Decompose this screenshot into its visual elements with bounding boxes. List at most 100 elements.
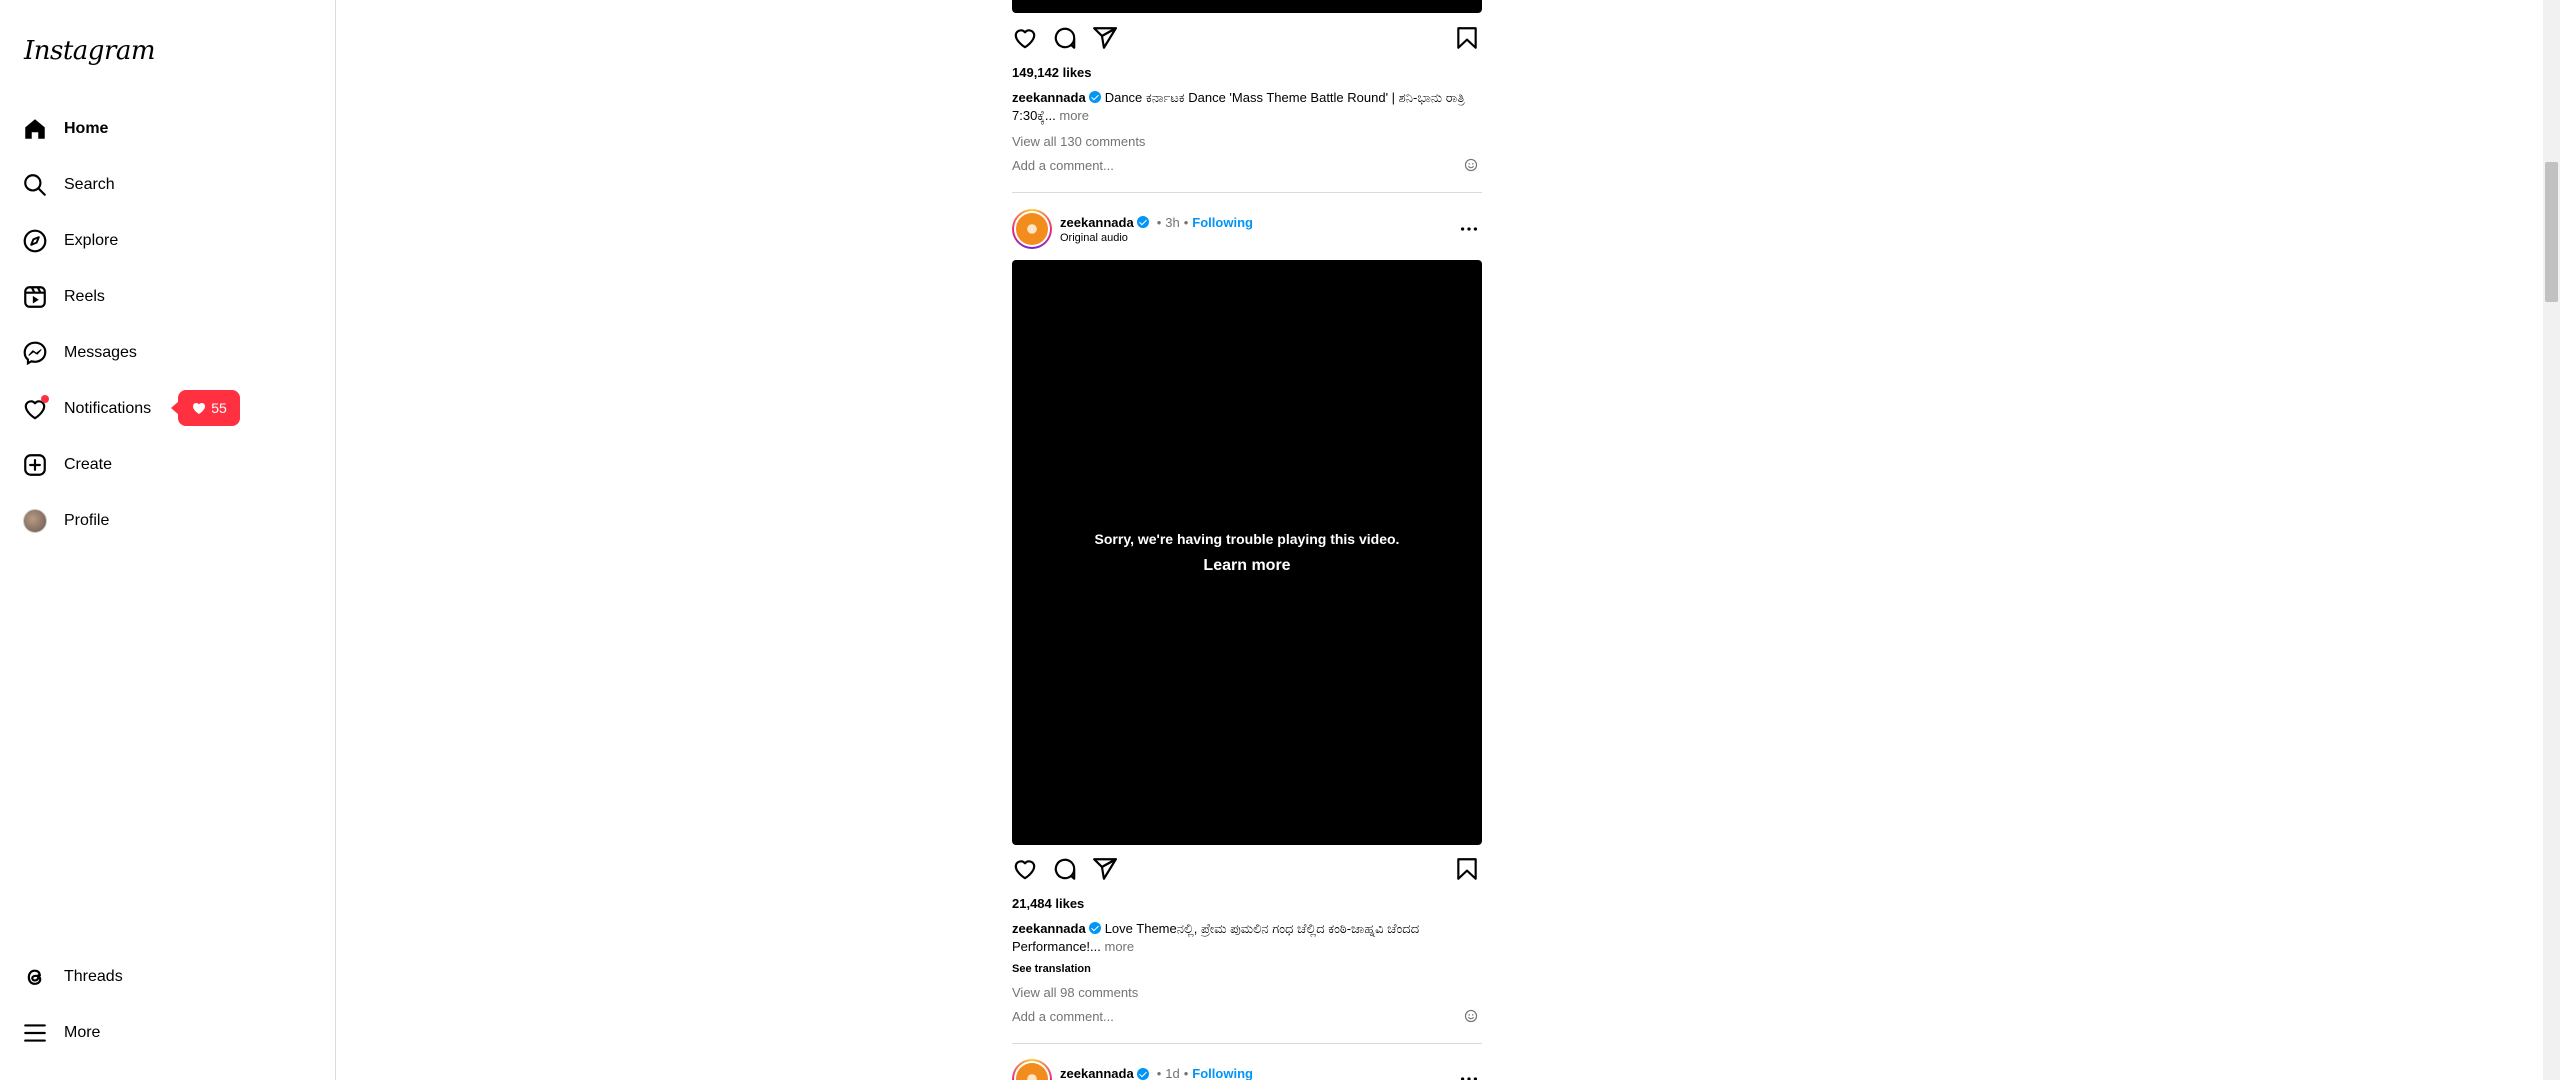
sidebar-item-profile[interactable]: Profile [22,499,322,543]
post-time[interactable]: 1d [1165,1066,1179,1080]
sidebar-item-reels[interactable]: Reels [22,275,322,319]
more-options-icon[interactable] [1458,218,1480,240]
learn-more-link[interactable]: Learn more [1203,557,1290,575]
separator-dot: • [1156,1066,1162,1080]
avatar [23,509,47,533]
caption-more-link[interactable]: more [1105,939,1135,954]
post-caption: zeekannada Dance ಕರ್ನಾಟಕ Dance 'Mass Them… [1012,89,1472,125]
notification-dot [41,395,49,403]
likes-count[interactable]: 21,484 likes [1012,896,1084,911]
emoji-icon[interactable] [1464,1009,1478,1023]
caption-username[interactable]: zeekannada [1012,90,1086,105]
separator-dot: • [1183,214,1189,230]
add-comment-placeholder: Add a comment... [1012,1008,1114,1024]
post-header-line: zeekannada • 3h • Following [1060,215,1253,230]
post-header: zeekannada • 3h • Following Original aud… [1012,208,1482,250]
caption-more-link[interactable]: more [1059,108,1089,123]
emoji-icon[interactable] [1464,158,1478,172]
post-header: zeekannada • 1d • Following [1012,1058,1482,1080]
story-ring-inner [1014,211,1050,247]
sidebar: Instagram Home Search Explore Reels Mess… [0,0,336,1080]
separator-dot: • [1183,1066,1189,1080]
share-icon[interactable] [1092,856,1118,882]
caption-username[interactable]: zeekannada [1012,921,1086,936]
sidebar-item-explore[interactable]: Explore [22,219,322,263]
sidebar-item-label: More [64,1024,101,1041]
avatar [1016,213,1048,245]
view-all-comments-link[interactable]: View all 130 comments [1012,134,1145,149]
post-divider [1012,192,1482,193]
story-ring[interactable] [1012,209,1052,249]
heart-icon [22,395,49,422]
comment-icon[interactable] [1052,856,1078,882]
instagram-logo[interactable]: Instagram [24,36,156,66]
search-icon [22,172,48,198]
post-divider [1012,1043,1482,1044]
following-button[interactable]: Following [1192,1066,1253,1080]
plus-square-icon [22,452,48,478]
see-translation-link[interactable]: See translation [1012,963,1091,975]
sidebar-item-more[interactable]: More [22,1011,322,1055]
post-actions [1012,22,1482,54]
post-time[interactable]: 3h [1165,215,1179,230]
post-caption: zeekannada Love Themeನಲ್ಲಿ, ಪ್ರೇಮ ಪುಮಲಿನ … [1012,920,1472,956]
compass-icon [22,228,48,254]
sidebar-item-threads[interactable]: Threads [22,955,322,999]
add-comment-field[interactable]: Add a comment... [1012,155,1482,175]
heart-icon [193,403,206,414]
audio-link[interactable]: Original audio [1060,232,1253,244]
page-scrollbar[interactable] [2543,0,2560,1080]
scrollbar-thumb[interactable] [2545,162,2558,302]
story-ring[interactable] [1012,1059,1052,1080]
verified-badge-icon [1136,216,1149,228]
share-icon[interactable] [1092,25,1118,51]
sidebar-item-home[interactable]: Home [22,107,322,151]
sidebar-item-label: Home [64,120,109,137]
sidebar-item-label: Threads [64,968,123,985]
verified-badge-icon [1136,1067,1149,1080]
story-ring-inner [1014,1061,1050,1080]
sidebar-item-search[interactable]: Search [22,163,322,207]
sidebar-item-label: Reels [64,288,105,305]
bookmark-icon[interactable] [1454,856,1480,882]
post-header-text: zeekannada • 1d • Following [1060,1066,1253,1080]
post-username[interactable]: zeekannada [1060,1066,1134,1080]
sidebar-item-label: Notifications [64,400,152,417]
notification-count: 55 [211,400,227,416]
likes-count[interactable]: 149,142 likes [1012,65,1092,80]
separator-dot: • [1156,214,1162,230]
bookmark-icon[interactable] [1454,25,1480,51]
verified-badge-icon [1088,922,1101,934]
reels-icon [22,284,48,310]
post-header-line: zeekannada • 1d • Following [1060,1066,1253,1080]
video-error-message: Sorry, we're having trouble playing this… [1094,530,1400,547]
post-username[interactable]: zeekannada [1060,215,1134,230]
verified-badge-icon [1088,91,1101,103]
more-options-icon[interactable] [1458,1068,1480,1080]
following-button[interactable]: Following [1192,215,1253,230]
threads-icon [22,964,48,990]
like-icon[interactable] [1012,25,1038,51]
sidebar-item-label: Profile [64,512,110,529]
video-player[interactable]: Sorry, we're having trouble playing this… [1012,260,1482,845]
sidebar-item-label: Explore [64,232,119,249]
view-all-comments-link[interactable]: View all 98 comments [1012,985,1138,1000]
profile-avatar-wrap [22,508,48,534]
avatar [1016,1063,1048,1080]
add-comment-field[interactable]: Add a comment... [1012,1006,1482,1026]
sidebar-item-messages[interactable]: Messages [22,331,322,375]
add-comment-placeholder: Add a comment... [1012,157,1114,173]
sidebar-item-label: Create [64,456,113,473]
post-media[interactable] [1012,0,1482,13]
post-actions [1012,853,1482,885]
like-icon[interactable] [1012,856,1038,882]
sidebar-item-label: Messages [64,344,137,361]
messenger-icon [22,340,48,366]
comment-icon[interactable] [1052,25,1078,51]
menu-icon [22,1020,48,1046]
post-header-text: zeekannada • 3h • Following Original aud… [1060,215,1253,244]
notification-badge[interactable]: 55 [171,390,240,426]
home-icon [22,116,48,142]
sidebar-item-label: Search [64,176,115,193]
sidebar-item-create[interactable]: Create [22,443,322,487]
